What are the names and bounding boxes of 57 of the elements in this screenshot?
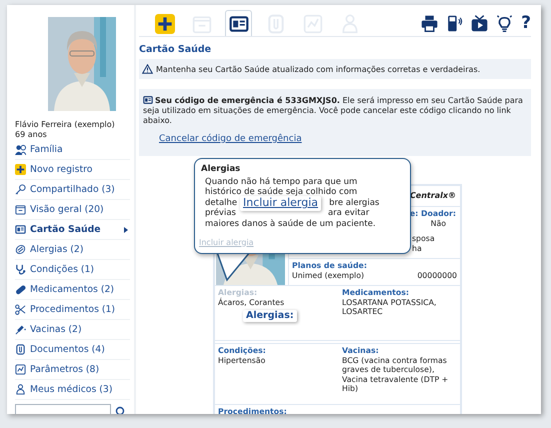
scissors-icon	[15, 304, 26, 315]
card-icon	[15, 224, 26, 235]
tooltip-text: Quando não há tempo para que um	[205, 176, 358, 187]
card-brand: Centralx®	[410, 191, 456, 200]
sidebar-item[interactable]: Visão geral (20)	[15, 200, 130, 220]
tv-icon	[471, 14, 488, 32]
section-title: Cartão Saúde	[139, 44, 212, 55]
warning-icon	[142, 64, 153, 74]
add-allergy-link[interactable]: Incluir alergia	[240, 196, 322, 210]
tooltip-text: bre alergias	[329, 198, 380, 208]
help-button[interactable]: ?	[521, 14, 531, 32]
tooltip-text: ara evitar	[328, 208, 370, 218]
plus-icon	[15, 164, 26, 175]
sidebar-item[interactable]: Documentos (4)	[15, 340, 130, 360]
patient-name: Flávio Ferreira (exemplo)	[15, 120, 116, 130]
card-icon	[228, 14, 248, 34]
sidebar-item[interactable]: Novo registro	[15, 160, 130, 180]
bulb-icon	[496, 14, 514, 32]
tooltip-title: Alergias	[201, 164, 242, 174]
card-icon	[143, 95, 153, 105]
tooltip-text: histórico de saúde seja colhido com	[205, 187, 358, 198]
magnified-label: Alergias:	[243, 310, 297, 322]
clip-icon	[15, 344, 26, 355]
tooltip-text: maiores danos à saúde de um paciente.	[205, 218, 376, 229]
stethoscope-icon	[15, 264, 26, 275]
sidebar-item[interactable]: Procedimentos (1)	[15, 300, 130, 320]
folder-icon	[15, 204, 26, 215]
toolbar-tab[interactable]	[225, 10, 252, 36]
syringe-icon	[15, 324, 26, 335]
arrow-icon	[124, 226, 128, 232]
sidebar-item[interactable]: Alergias (2)	[15, 240, 130, 260]
folder-icon	[192, 14, 212, 34]
clip-icon	[266, 14, 286, 34]
chart-icon	[15, 364, 26, 375]
sidebar-item[interactable]: Vacinas (2)	[15, 320, 130, 340]
key-icon	[15, 184, 26, 195]
sidebar-item[interactable]: Condições (1)	[15, 260, 130, 280]
chart-icon	[302, 14, 322, 34]
sidebar-item[interactable]: Meus médicos (3)	[15, 380, 130, 400]
sidebar-item[interactable]: Parâmetros (8)	[15, 360, 130, 380]
patient-age: 69 anos	[15, 130, 48, 140]
family-icon	[15, 144, 26, 155]
cancel-code-link[interactable]: Cancelar código de emergência	[159, 134, 302, 144]
sidebar-item[interactable]: Compartilhado (3)	[15, 180, 130, 200]
tooltip-text: prévias	[205, 208, 236, 218]
sidebar-item[interactable]: Família	[15, 140, 130, 160]
sidebar-item[interactable]: Cartão Saúde	[15, 220, 130, 240]
search-field[interactable]	[15, 404, 111, 414]
sidebar-item[interactable]: Medicamentos (2)	[15, 280, 130, 300]
search-icon	[115, 406, 125, 414]
plus-icon	[154, 14, 174, 34]
tooltip-text: detalhe	[205, 198, 238, 208]
phone-icon	[446, 14, 464, 32]
print-icon	[421, 14, 438, 32]
emergency-code-text: Seu código de emergência é 533GMXJS0. Ele será impresso em seu Cartão Saúde para seja utilizado em situações de emergência. Você pode cancelar este código clicando no link abaixo.	[143, 95, 524, 126]
notice-text: Mantenha seu Cartão Saúde atualizado com informações corretas e verdadeiras.	[156, 64, 480, 74]
pill-icon	[15, 284, 26, 295]
